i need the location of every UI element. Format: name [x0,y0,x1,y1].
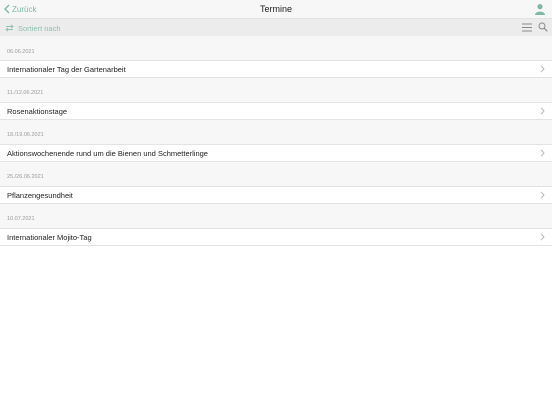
page-title: Termine [259,4,292,14]
event-title: Rosenaktionstage [7,107,68,116]
event-title: Aktionswochenende rund um die Bienen und… [7,149,208,158]
event-section: 10.07.2021 Internationaler Mojito-Tag [0,204,552,246]
sort-arrows-icon [5,24,14,32]
search-icon[interactable] [538,22,548,32]
chevron-right-icon [540,149,545,157]
event-section: 06.06.2021 Internationaler Tag der Garte… [0,36,552,78]
section-date: 06.06.2021 [0,36,552,60]
section-date: 11./12.06.2021 [0,78,552,102]
event-title: Pflanzengesundheit [7,191,73,200]
chevron-right-icon [540,233,545,241]
section-date: 18./19.06.2021 [0,120,552,144]
chevron-right-icon [540,65,545,73]
event-row[interactable]: Internationaler Mojito-Tag [0,228,552,246]
event-section: 11./12.06.2021 Rosenaktionstage [0,78,552,120]
section-date: 10.07.2021 [0,204,552,228]
user-icon[interactable] [534,3,546,15]
chevron-right-icon [540,107,545,115]
navigation-bar: Zurück Termine [0,0,552,18]
event-title: Internationaler Tag der Gartenarbeit [7,65,126,74]
event-row[interactable]: Rosenaktionstage [0,102,552,120]
event-row[interactable]: Aktionswochenende rund um die Bienen und… [0,144,552,162]
event-row[interactable]: Internationaler Tag der Gartenarbeit [0,60,552,78]
event-section: 18./19.06.2021 Aktionswochenende rund um… [0,120,552,162]
sort-label: Sortiert nach [18,23,61,33]
sort-toolbar: Sortiert nach [0,18,552,36]
event-list: 06.06.2021 Internationaler Tag der Garte… [0,36,552,246]
menu-icon[interactable] [522,23,532,32]
section-date: 25./26.06.2021 [0,162,552,186]
event-section: 25./26.06.2021 Pflanzengesundheit [0,162,552,204]
event-row[interactable]: Pflanzengesundheit [0,186,552,204]
event-title: Internationaler Mojito-Tag [7,233,92,242]
chevron-right-icon [540,191,545,199]
sort-button[interactable]: Sortiert nach [5,22,61,34]
